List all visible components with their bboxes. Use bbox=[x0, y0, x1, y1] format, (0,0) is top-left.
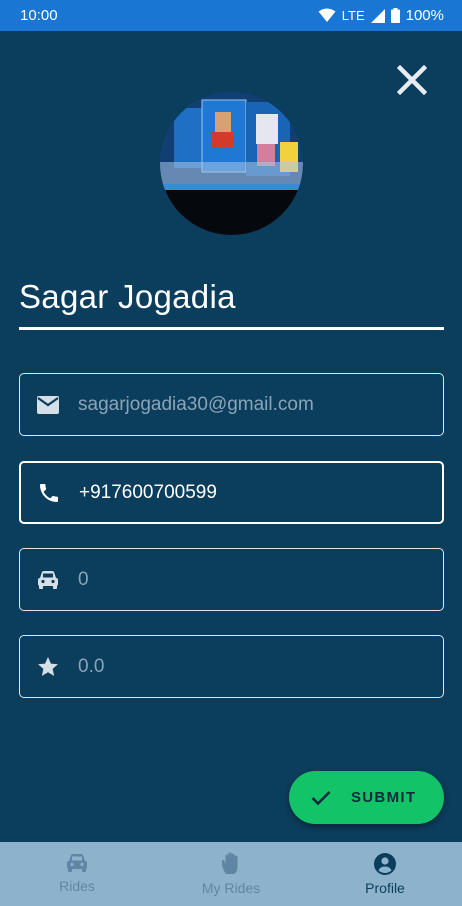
email-icon bbox=[37, 395, 59, 414]
phone-icon-wrap bbox=[23, 481, 75, 505]
account-icon bbox=[374, 853, 396, 875]
email-value: sagarjogadia30@gmail.com bbox=[78, 393, 314, 415]
rating-value: 0.0 bbox=[78, 655, 105, 677]
nav-label-my-rides: My Rides bbox=[201, 880, 261, 896]
close-button[interactable] bbox=[394, 62, 430, 98]
status-bar: 10:00 LTE 100% bbox=[0, 0, 462, 31]
name-value: Sagar Jogadia bbox=[19, 278, 236, 315]
nav-label-rides: Rides bbox=[59, 878, 95, 894]
nav-item-profile[interactable]: Profile bbox=[308, 842, 462, 906]
rating-field[interactable]: 0.0 bbox=[19, 635, 444, 698]
close-icon bbox=[397, 65, 427, 95]
car-icon bbox=[38, 570, 58, 589]
check-icon bbox=[311, 790, 331, 805]
phone-field[interactable]: +917600700599 bbox=[19, 461, 444, 524]
hand-icon bbox=[222, 852, 238, 874]
bottom-nav: Rides My Rides Profile bbox=[0, 842, 462, 906]
rides-count-field[interactable]: 0 bbox=[19, 548, 444, 611]
status-time: 10:00 bbox=[20, 7, 58, 24]
car-icon-wrap bbox=[22, 569, 74, 591]
phone-icon bbox=[40, 483, 58, 502]
avatar-image bbox=[160, 92, 303, 235]
nav-item-my-rides[interactable]: My Rides bbox=[154, 842, 308, 906]
battery-percent: 100% bbox=[405, 7, 444, 24]
status-icons: LTE 100% bbox=[318, 7, 444, 24]
network-label: LTE bbox=[341, 8, 365, 23]
car-icon bbox=[67, 854, 87, 872]
name-field[interactable]: Sagar Jogadia bbox=[19, 270, 444, 330]
avatar[interactable] bbox=[160, 92, 303, 235]
nav-item-rides[interactable]: Rides bbox=[0, 842, 154, 906]
star-icon-wrap bbox=[22, 655, 74, 679]
submit-button[interactable]: SUBMIT bbox=[289, 771, 444, 824]
email-icon-wrap bbox=[22, 395, 74, 415]
phone-value: +917600700599 bbox=[79, 481, 217, 503]
rides-count-value: 0 bbox=[78, 568, 89, 590]
wifi-icon bbox=[318, 8, 336, 22]
battery-icon bbox=[390, 8, 400, 23]
email-field[interactable]: sagarjogadia30@gmail.com bbox=[19, 373, 444, 436]
check-icon-wrap bbox=[311, 790, 331, 806]
star-icon bbox=[38, 656, 58, 676]
nav-label-profile: Profile bbox=[365, 880, 405, 896]
submit-label: SUBMIT bbox=[351, 789, 417, 806]
signal-icon bbox=[370, 8, 385, 23]
